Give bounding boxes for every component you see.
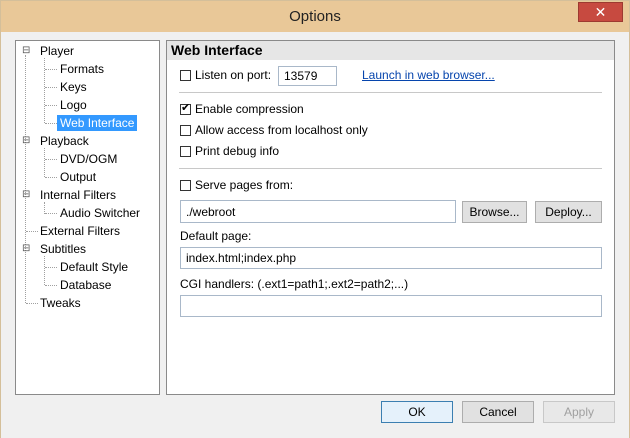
- separator: [179, 168, 602, 169]
- listen-label: Listen on port:: [195, 68, 272, 82]
- default-page-label: Default page:: [180, 229, 252, 243]
- tree-connector: [44, 58, 45, 123]
- tree-item-database[interactable]: Database: [60, 277, 111, 293]
- window-title: Options: [289, 8, 341, 25]
- collapse-icon[interactable]: ⊟: [22, 244, 30, 254]
- enable-compression-checkbox[interactable]: [180, 102, 191, 115]
- enable-compression-label: Enable compression: [195, 102, 304, 116]
- localhost-checkbox[interactable]: [180, 125, 191, 136]
- port-input[interactable]: [278, 66, 337, 86]
- tree-item-subtitles[interactable]: Subtitles: [40, 241, 86, 257]
- tree-connector: [25, 55, 26, 303]
- cgi-handlers-input[interactable]: [180, 295, 602, 317]
- tree-connector: [45, 213, 57, 214]
- title-bar[interactable]: Options ✕: [1, 1, 629, 32]
- serve-path-input[interactable]: [180, 200, 456, 223]
- tree-item-playback[interactable]: Playback: [40, 133, 89, 149]
- tree-item-external-filters[interactable]: External Filters: [40, 223, 120, 239]
- settings-panel: Web Interface Listen on port: Launch in …: [166, 40, 615, 395]
- tree-connector: [45, 69, 57, 70]
- tree-item-default-style[interactable]: Default Style: [60, 259, 128, 275]
- collapse-icon[interactable]: ⊟: [22, 190, 30, 200]
- deploy-button[interactable]: Deploy...: [535, 201, 602, 223]
- serve-pages-label: Serve pages from:: [195, 178, 294, 192]
- separator: [179, 92, 602, 93]
- tree-item-dvd-ogm[interactable]: DVD/OGM: [60, 151, 117, 167]
- cgi-handlers-label: CGI handlers: (.ext1=path1;.ext2=path2;.…: [180, 277, 409, 291]
- options-window: Options ✕ ⊟ Player Formats Keys Logo Web…: [0, 0, 630, 438]
- tree-connector: [45, 177, 57, 178]
- tree-connector: [26, 231, 38, 232]
- tree-item-player[interactable]: Player: [40, 43, 74, 59]
- tree-item-formats[interactable]: Formats: [60, 61, 104, 77]
- debug-checkbox[interactable]: [180, 146, 191, 157]
- debug-label: Print debug info: [195, 144, 280, 158]
- tree-connector: [26, 303, 38, 304]
- launch-browser-link[interactable]: Launch in web browser...: [362, 68, 495, 82]
- panel-title: Web Interface: [167, 41, 614, 60]
- tree-item-internal-filters[interactable]: Internal Filters: [40, 187, 116, 203]
- tree-connector: [45, 267, 57, 268]
- tree-item-logo[interactable]: Logo: [60, 97, 87, 113]
- tree-item-audio-switcher[interactable]: Audio Switcher: [60, 205, 140, 221]
- tree-connector: [45, 285, 57, 286]
- tree-connector: [45, 159, 57, 160]
- listen-checkbox[interactable]: [180, 70, 191, 81]
- serve-pages-checkbox[interactable]: [180, 180, 191, 191]
- browse-button[interactable]: Browse...: [462, 201, 527, 223]
- tree-connector: [45, 87, 57, 88]
- tree-item-tweaks[interactable]: Tweaks: [40, 295, 81, 311]
- default-page-input[interactable]: [180, 247, 602, 269]
- close-icon: ✕: [594, 4, 607, 20]
- dialog-footer: OK Cancel Apply: [1, 398, 629, 438]
- tree-connector: [44, 256, 45, 285]
- apply-button[interactable]: Apply: [543, 401, 615, 423]
- tree-item-output[interactable]: Output: [60, 169, 96, 185]
- close-button[interactable]: ✕: [578, 2, 623, 22]
- tree-connector: [44, 148, 45, 177]
- tree-connector: [45, 105, 57, 106]
- collapse-icon[interactable]: ⊟: [22, 46, 30, 56]
- tree-connector: [45, 123, 57, 124]
- ok-button[interactable]: OK: [381, 401, 453, 423]
- localhost-label: Allow access from localhost only: [195, 123, 368, 137]
- tree-item-web-interface[interactable]: Web Interface: [57, 115, 138, 131]
- collapse-icon[interactable]: ⊟: [22, 136, 30, 146]
- tree-item-keys[interactable]: Keys: [60, 79, 87, 95]
- options-tree: ⊟ Player Formats Keys Logo Web Interface…: [15, 40, 160, 395]
- cancel-button[interactable]: Cancel: [462, 401, 534, 423]
